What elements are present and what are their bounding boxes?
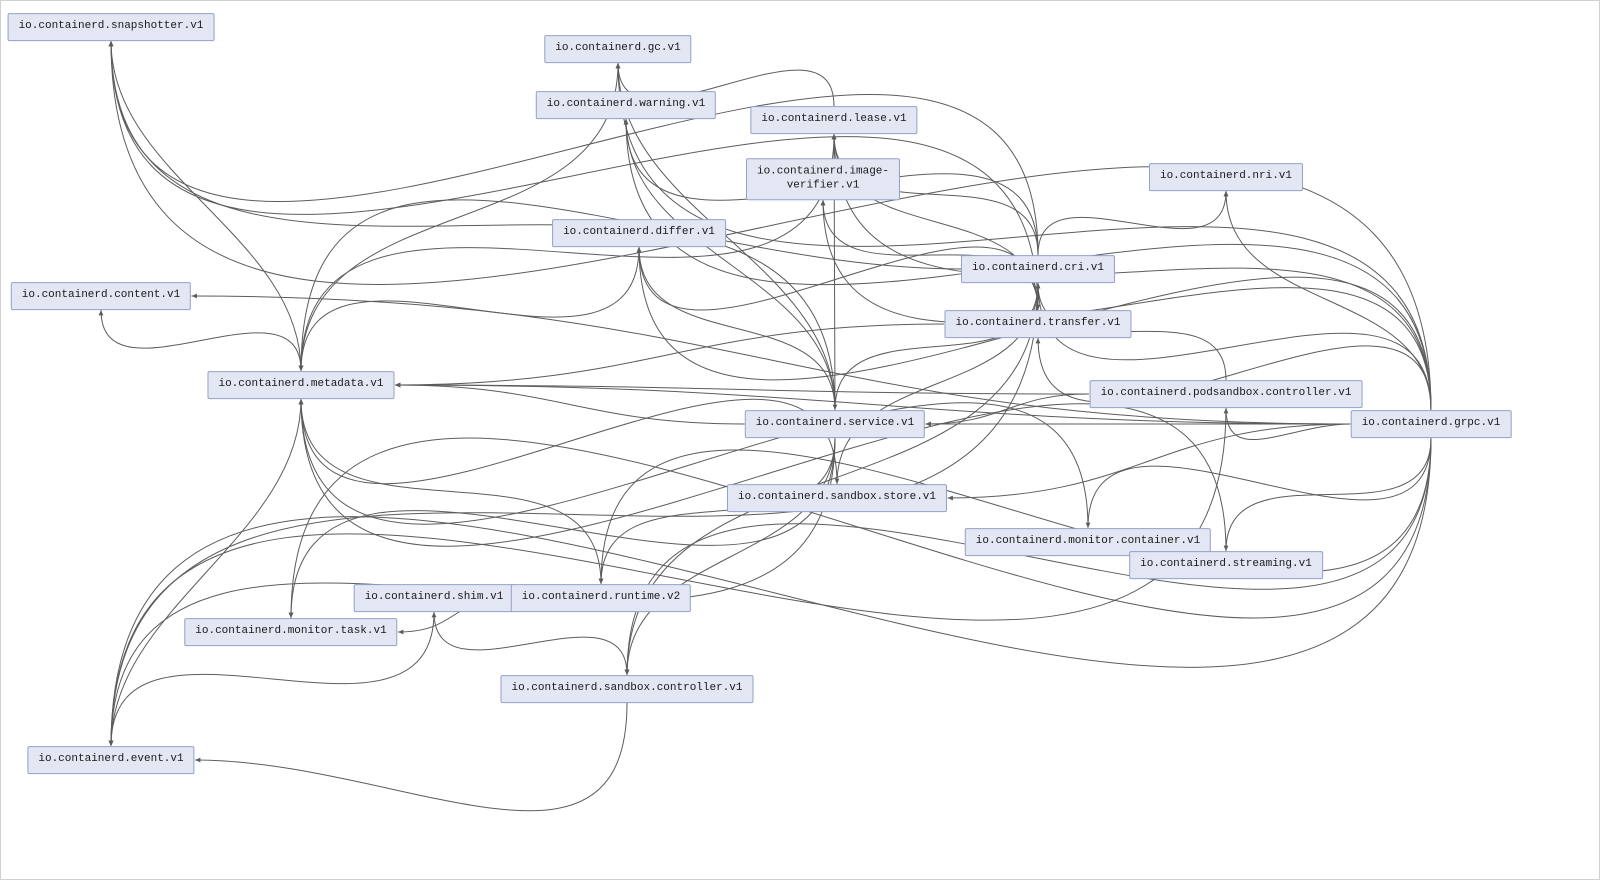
edge-differ-to-metadata (301, 247, 639, 371)
node-streaming[interactable]: io.containerd.streaming.v1 (1129, 551, 1323, 579)
node-image_verifier[interactable]: io.containerd.image- verifier.v1 (746, 158, 900, 200)
node-runtime[interactable]: io.containerd.runtime.v2 (511, 584, 691, 612)
edge-grpc-to-snapshotter (111, 41, 1431, 410)
node-differ[interactable]: io.containerd.differ.v1 (552, 219, 726, 247)
edge-grpc-to-lease (834, 134, 1431, 410)
edge-service-to-sandbox_ctrl (627, 438, 835, 675)
node-nri[interactable]: io.containerd.nri.v1 (1149, 163, 1303, 191)
node-monitor_task[interactable]: io.containerd.monitor.task.v1 (184, 618, 397, 646)
edge-metadata-to-content (101, 310, 301, 371)
node-transfer[interactable]: io.containerd.transfer.v1 (944, 310, 1131, 338)
edge-cri-to-service (835, 283, 1038, 410)
edge-sandbox_ctrl-to-event (195, 703, 627, 811)
edge-grpc-to-gc (618, 63, 1431, 410)
edge-grpc-to-sandbox_store (948, 424, 1351, 498)
edge-grpc-to-image_verifier (823, 200, 1431, 410)
node-cri[interactable]: io.containerd.cri.v1 (961, 255, 1115, 283)
node-shim[interactable]: io.containerd.shim.v1 (354, 584, 515, 612)
node-sandbox_store[interactable]: io.containerd.sandbox.store.v1 (727, 484, 947, 512)
node-metadata[interactable]: io.containerd.metadata.v1 (207, 371, 394, 399)
edge-podsandbox-to-metadata (395, 385, 1089, 394)
edge-podsandbox-to-service (926, 394, 1090, 424)
node-event[interactable]: io.containerd.event.v1 (27, 746, 194, 774)
edge-monitor_cont-to-metadata (301, 399, 1088, 528)
node-sandbox_ctrl[interactable]: io.containerd.sandbox.controller.v1 (500, 675, 753, 703)
node-gc[interactable]: io.containerd.gc.v1 (544, 35, 691, 63)
node-warning[interactable]: io.containerd.warning.v1 (536, 91, 716, 119)
diagram-canvas: io.containerd.snapshotter.v1 io.container… (0, 0, 1600, 880)
node-content[interactable]: io.containerd.content.v1 (11, 282, 191, 310)
edge-grpc-to-streaming (1226, 438, 1431, 551)
node-snapshotter[interactable]: io.containerd.snapshotter.v1 (8, 13, 215, 41)
edge-runtime-to-metadata (301, 399, 601, 584)
edge-grpc-to-nri (1226, 191, 1431, 410)
edge-service-to-snapshotter (111, 41, 835, 410)
edge-metadata-to-event (111, 399, 301, 746)
edge-transfer-to-metadata (395, 324, 944, 385)
node-service[interactable]: io.containerd.service.v1 (745, 410, 925, 438)
edge-metadata-to-snapshotter (111, 41, 301, 371)
edge-sandbox_ctrl-to-shim (434, 612, 627, 675)
node-podsandbox[interactable]: io.containerd.podsandbox.controller.v1 (1090, 380, 1363, 408)
edge-cri-to-sandbox_ctrl (627, 283, 1038, 675)
edge-cri-to-nri (1038, 191, 1226, 255)
node-grpc[interactable]: io.containerd.grpc.v1 (1351, 410, 1512, 438)
edge-grpc-to-monitor_cont (1088, 438, 1431, 528)
edge-service-to-metadata (395, 385, 745, 424)
edge-service-to-differ (639, 247, 835, 410)
node-lease[interactable]: io.containerd.lease.v1 (750, 106, 917, 134)
edge-grpc-to-podsandbox (1226, 408, 1351, 440)
